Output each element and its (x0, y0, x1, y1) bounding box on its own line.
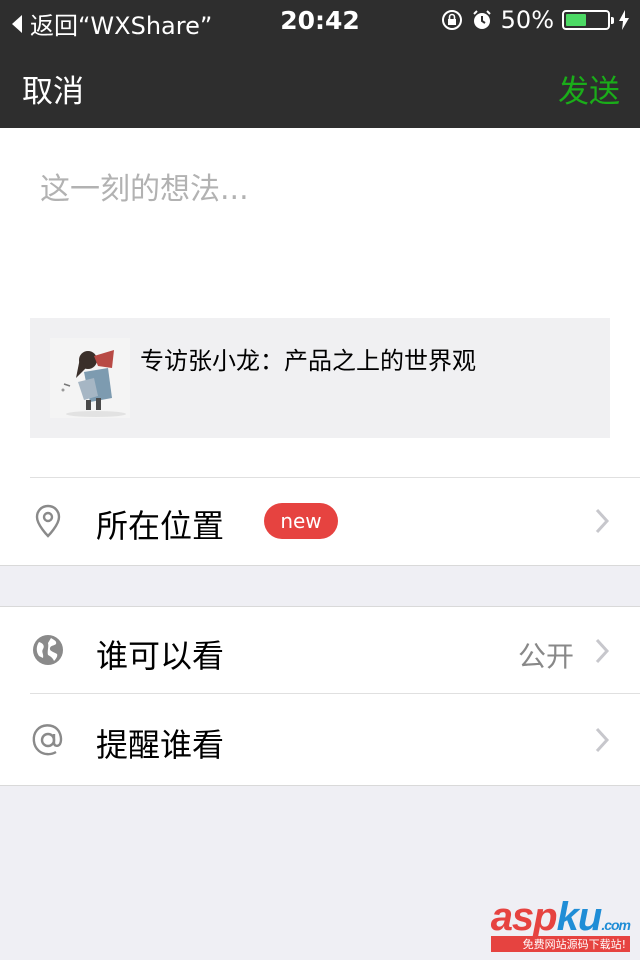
top-bar: 返回“WXShare” 20:42 50% 取消 发送 (0, 0, 640, 128)
location-label: 所在位置 (96, 507, 225, 545)
status-right-group: 50% (433, 6, 630, 34)
nav-bar: 取消 发送 (0, 40, 640, 128)
thoughts-input[interactable]: 这一刻的想法... (40, 164, 249, 208)
divider (0, 565, 640, 566)
battery-percent: 50% (500, 6, 554, 34)
chevron-right-icon (595, 508, 610, 534)
compose-area: 这一刻的想法... 专访张小龙：产品之上的世界观 所在位置 new (0, 128, 640, 565)
watermark: aspku.com 免费网站源码下载站! (490, 895, 631, 952)
chevron-right-icon (595, 638, 610, 664)
who-can-see-row[interactable]: 谁可以看 公开 (0, 607, 640, 693)
watermark-brand-a: asp (490, 895, 558, 939)
mention-label: 提醒谁看 (96, 726, 225, 764)
battery-icon (562, 10, 614, 30)
alarm-icon (472, 10, 491, 29)
location-row[interactable]: 所在位置 new (0, 477, 640, 565)
link-title: 专访张小龙：产品之上的世界观 (140, 347, 476, 375)
chevron-right-icon (595, 727, 610, 753)
send-button[interactable]: 发送 (558, 66, 620, 111)
illustration-thumbnail-image (50, 338, 130, 418)
watermark-logo: aspku.com (490, 895, 631, 940)
watermark-brand-b: ku (556, 895, 603, 939)
orientation-lock-icon (441, 10, 462, 30)
mention-row[interactable]: 提醒谁看 (0, 694, 640, 785)
battery-fill (566, 14, 586, 26)
link-thumbnail (50, 338, 130, 418)
globe-icon (33, 635, 63, 665)
charging-bolt-icon (619, 10, 629, 30)
location-pin-icon (35, 504, 61, 538)
visibility-value: 公开 (517, 640, 574, 673)
status-bar: 返回“WXShare” 20:42 50% (0, 0, 640, 40)
moments-compose-screen: 返回“WXShare” 20:42 50% 取消 发送 这一刻的想法... 专访… (0, 0, 640, 960)
shared-link-card[interactable]: 专访张小龙：产品之上的世界观 (30, 318, 610, 438)
who-can-see-label: 谁可以看 (96, 637, 225, 675)
new-badge: new (264, 503, 338, 539)
at-sign-icon (32, 724, 63, 756)
watermark-brand-c: .com (601, 917, 631, 933)
privacy-group: 谁可以看 公开 提醒谁看 (0, 606, 640, 786)
cancel-button[interactable]: 取消 (22, 66, 84, 111)
